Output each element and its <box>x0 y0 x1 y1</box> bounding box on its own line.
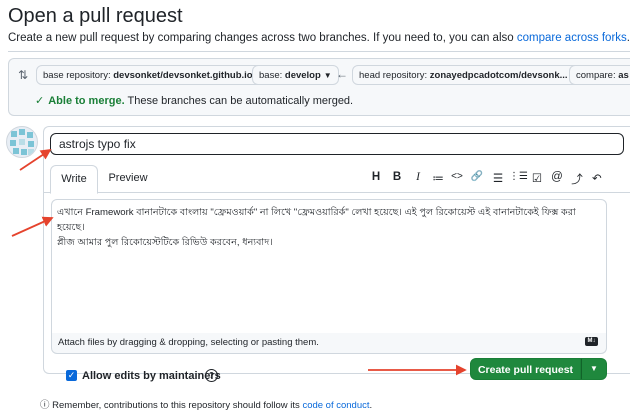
subtitle-text: Create a new pull request by comparing c… <box>8 32 514 44</box>
create-options-dropdown[interactable]: ▼ <box>581 358 607 380</box>
reference-icon[interactable]: ⤴ <box>569 171 585 187</box>
page-title: Open a pull request <box>8 5 183 27</box>
check-icon: ✓ <box>35 95 45 107</box>
bold-icon[interactable]: B <box>389 171 405 183</box>
markdown-icon: M↓ <box>585 337 598 346</box>
create-pull-request-button[interactable]: Create pull request <box>470 358 581 380</box>
task-list-icon[interactable]: ☑ <box>529 171 545 185</box>
chevron-down-icon: ▼ <box>590 364 598 373</box>
attach-files-text: Attach files by dragging & dropping, sel… <box>58 337 319 348</box>
allow-edits-checkbox[interactable]: ✓ <box>66 370 77 381</box>
chevron-down-icon: ▼ <box>323 71 332 80</box>
link-icon[interactable]: 🔗 <box>469 171 485 182</box>
italic-icon[interactable]: I <box>410 171 426 183</box>
base-branch-select[interactable]: base: develop ▼ <box>252 65 339 85</box>
help-icon[interactable]: ? <box>205 369 218 382</box>
base-repository-select[interactable]: base repository: devsonket/devsonket.git… <box>36 65 271 85</box>
merge-ok-text: Able to merge. <box>48 95 125 107</box>
code-icon[interactable]: <> <box>449 171 465 182</box>
undo-icon[interactable]: ↶ <box>589 171 605 185</box>
avatar <box>6 126 38 158</box>
base-repository-label: base repository: <box>43 70 111 81</box>
head-repository-label: head repository: <box>359 70 428 81</box>
page-subtitle: Create a new pull request by comparing c… <box>8 32 630 44</box>
title-input[interactable] <box>50 133 624 155</box>
arrow-left-icon: ← <box>336 67 348 81</box>
compare-branch-value: as <box>618 70 629 81</box>
head-repository-select[interactable]: head repository: zonayedpcadotcom/devson… <box>352 65 586 85</box>
compare-across-forks-link[interactable]: compare across forks <box>517 32 627 44</box>
base-branch-label: base: <box>259 70 283 81</box>
ordered-list-icon[interactable]: ⋮☰ <box>509 171 528 182</box>
compare-branch-select[interactable]: compare: as <box>569 65 630 85</box>
merge-status-text: These branches can be automatically merg… <box>127 95 354 107</box>
body-text: এখানে Framework বানানটাকে বাংলায় "ফ্রেম… <box>57 207 576 248</box>
header-divider <box>8 51 630 52</box>
compare-arrows-icon: ⇅ <box>18 68 29 82</box>
base-branch-value: develop <box>284 70 321 81</box>
tab-preview[interactable]: Preview <box>103 165 153 192</box>
mention-icon[interactable]: @ <box>549 171 565 183</box>
contribution-note: ⓘ Remember, contributions to this reposi… <box>40 397 372 411</box>
heading-icon[interactable]: H <box>368 171 384 183</box>
compare-branch-label: compare: <box>576 70 616 81</box>
base-repository-value: devsonket/devsonket.github.io <box>113 70 253 81</box>
unordered-list-icon[interactable]: ☰ <box>490 171 506 185</box>
merge-status: ✓ Able to merge. These branches can be au… <box>35 94 353 107</box>
quote-icon[interactable]: ≔ <box>430 171 446 185</box>
tab-write[interactable]: Write <box>50 165 98 194</box>
head-repository-value: zonayedpcadotcom/devsonk... <box>429 70 568 81</box>
allow-edits-label: Allow edits by maintainers <box>82 370 221 382</box>
